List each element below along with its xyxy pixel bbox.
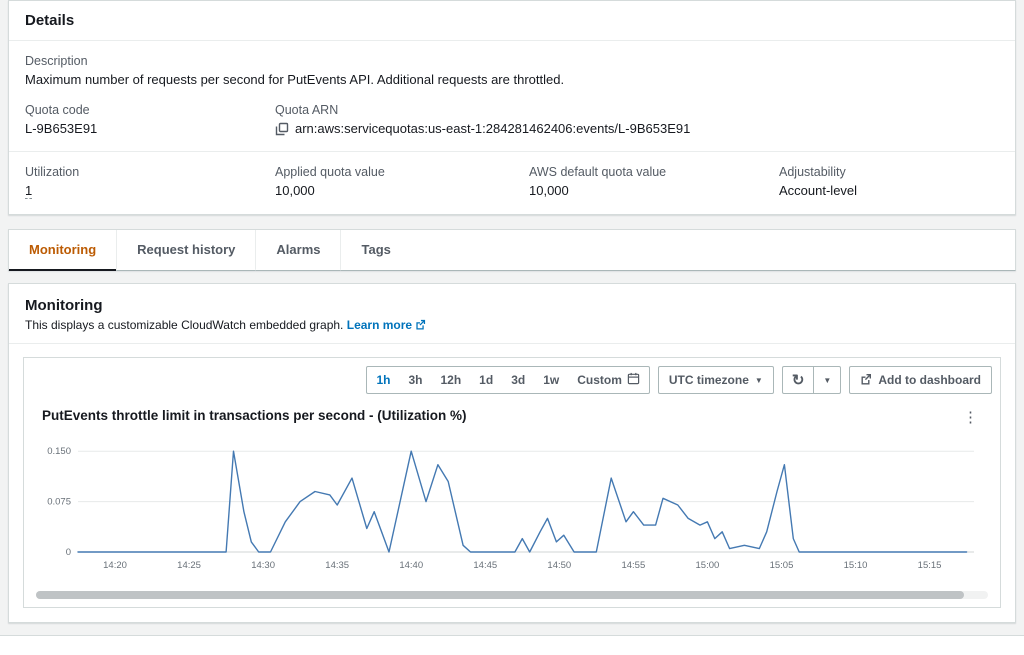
default-quota-value: 10,000 xyxy=(529,183,779,198)
details-title: Details xyxy=(25,12,74,29)
svg-text:14:50: 14:50 xyxy=(547,560,571,571)
tab-alarms[interactable]: Alarms xyxy=(255,230,340,271)
svg-text:14:35: 14:35 xyxy=(325,560,349,571)
tab-bar: Monitoring Request history Alarms Tags xyxy=(8,229,1016,271)
utilization-value[interactable]: 1 xyxy=(25,183,32,199)
tab-tags[interactable]: Tags xyxy=(340,230,410,271)
svg-text:14:55: 14:55 xyxy=(621,560,645,571)
range-1h-button[interactable]: 1h xyxy=(367,368,399,392)
time-range-segmented-control: 1h 3h 12h 1d 3d 1w Custom xyxy=(366,366,649,394)
refresh-button[interactable]: ↻ xyxy=(783,367,814,393)
graph-toolbar: 1h 3h 12h 1d 3d 1w Custom UTC timezone ▼ xyxy=(32,366,992,394)
svg-text:14:45: 14:45 xyxy=(473,560,497,571)
horizontal-scrollbar-track xyxy=(36,591,988,599)
description-value: Maximum number of requests per second fo… xyxy=(25,72,999,87)
svg-text:14:20: 14:20 xyxy=(103,560,127,571)
monitoring-card: Monitoring This displays a customizable … xyxy=(8,283,1016,623)
chevron-down-icon: ▼ xyxy=(755,376,763,385)
next-panel-edge xyxy=(0,635,1024,655)
svg-text:15:15: 15:15 xyxy=(918,560,942,571)
svg-text:15:00: 15:00 xyxy=(696,560,720,571)
details-card: Details Description Maximum number of re… xyxy=(8,0,1016,215)
range-1w-button[interactable]: 1w xyxy=(534,368,568,392)
svg-text:15:05: 15:05 xyxy=(770,560,794,571)
chart-options-menu-icon[interactable]: ⋮ xyxy=(959,408,982,426)
refresh-icon: ↻ xyxy=(792,373,805,388)
range-3d-button[interactable]: 3d xyxy=(502,368,534,392)
svg-text:0: 0 xyxy=(66,547,71,558)
svg-text:14:30: 14:30 xyxy=(251,560,275,571)
svg-text:0.150: 0.150 xyxy=(47,446,71,457)
chevron-down-icon: ▼ xyxy=(823,376,831,385)
svg-text:15:10: 15:10 xyxy=(844,560,868,571)
range-3h-button[interactable]: 3h xyxy=(399,368,431,392)
details-body: Description Maximum number of requests p… xyxy=(9,41,1015,151)
range-12h-button[interactable]: 12h xyxy=(431,368,470,392)
svg-text:14:40: 14:40 xyxy=(399,560,423,571)
learn-more-link[interactable]: Learn more xyxy=(347,318,426,332)
quota-code-value: L-9B653E91 xyxy=(25,121,275,136)
adjustability-value: Account-level xyxy=(779,183,999,198)
dashboard-export-icon xyxy=(860,373,872,388)
details-metrics-row: Utilization 1 Applied quota value 10,000… xyxy=(9,152,1015,214)
horizontal-scrollbar-thumb[interactable] xyxy=(36,591,964,599)
adjustability-label: Adjustability xyxy=(779,165,999,179)
quota-arn-value: arn:aws:servicequotas:us-east-1:28428146… xyxy=(295,121,690,136)
tab-request-history[interactable]: Request history xyxy=(116,230,255,271)
svg-text:14:25: 14:25 xyxy=(177,560,201,571)
add-to-dashboard-button[interactable]: Add to dashboard xyxy=(849,366,992,394)
refresh-split-button: ↻ ▼ xyxy=(782,366,842,394)
chart-title-row: PutEvents throttle limit in transactions… xyxy=(32,394,992,428)
quota-code-label: Quota code xyxy=(25,103,275,117)
quota-arn-label: Quota ARN xyxy=(275,103,999,117)
default-quota-label: AWS default quota value xyxy=(529,165,779,179)
applied-quota-value: 10,000 xyxy=(275,183,529,198)
embedded-graph-box: 1h 3h 12h 1d 3d 1w Custom UTC timezone ▼ xyxy=(23,357,1001,608)
utilization-label: Utilization xyxy=(25,165,275,179)
monitoring-title: Monitoring xyxy=(25,297,999,314)
svg-text:0.075: 0.075 xyxy=(47,497,71,508)
copy-icon[interactable] xyxy=(275,122,289,136)
refresh-options-button[interactable]: ▼ xyxy=(813,367,840,393)
chart-title: PutEvents throttle limit in transactions… xyxy=(42,408,467,423)
description-label: Description xyxy=(25,54,999,68)
monitoring-subtitle: This displays a customizable CloudWatch … xyxy=(25,318,343,332)
timezone-dropdown[interactable]: UTC timezone ▼ xyxy=(658,366,774,394)
custom-range-button[interactable]: Custom xyxy=(568,367,649,393)
range-1d-button[interactable]: 1d xyxy=(470,368,502,392)
tab-monitoring[interactable]: Monitoring xyxy=(9,230,116,271)
embedded-graph-wrap: 1h 3h 12h 1d 3d 1w Custom UTC timezone ▼ xyxy=(9,344,1015,622)
monitoring-header: Monitoring This displays a customizable … xyxy=(9,284,1015,344)
external-link-icon xyxy=(415,319,426,333)
utilization-chart: 0 0.075 0.150 14:20 14:25 14:30 14:35 14:40 14:4… xyxy=(32,428,984,578)
details-header: Details xyxy=(9,1,1015,41)
calendar-icon xyxy=(627,372,640,388)
applied-quota-label: Applied quota value xyxy=(275,165,529,179)
